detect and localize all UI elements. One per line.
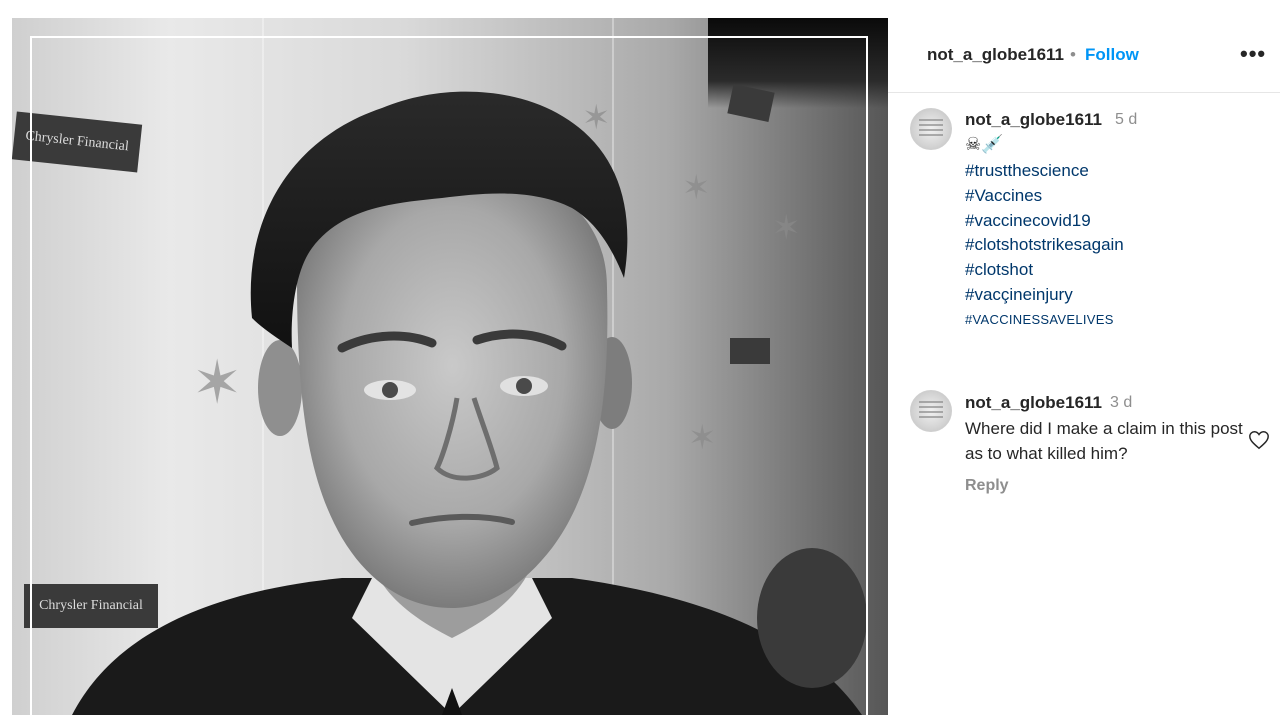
hashtag-link[interactable]: #clotshotstrikesagain xyxy=(965,233,1124,258)
more-options-icon[interactable]: ••• xyxy=(1240,41,1266,67)
comment-timestamp[interactable]: 3 d xyxy=(1110,394,1132,412)
hashtag-link[interactable]: #trustthescience xyxy=(965,159,1124,184)
like-heart-icon[interactable] xyxy=(1248,429,1270,451)
caption-timestamp[interactable]: 5 d xyxy=(1115,111,1137,129)
caption-emojis: ☠💉 xyxy=(965,134,1004,154)
comment-text: Where did I make a claim in this post as… xyxy=(965,419,1243,463)
caption-avatar[interactable] xyxy=(910,108,952,150)
caption-username[interactable]: not_a_globe1611 xyxy=(965,110,1102,130)
hashtag-link[interactable]: #Vaccines xyxy=(965,184,1124,209)
hashtag-link[interactable]: #clotshot xyxy=(965,258,1124,283)
post-side-panel: not_a_globe1611 • Follow ••• not_a_globe… xyxy=(888,18,1280,715)
header-separator: • xyxy=(1070,45,1076,64)
hashtag-link[interactable]: #VACCINESSAVELIVES xyxy=(965,308,1124,333)
caption-hashtags: #trustthescience #Vaccines #vaccinecovid… xyxy=(965,159,1124,333)
post-header: not_a_globe1611 • Follow ••• xyxy=(888,18,1280,93)
post-image[interactable]: Chrysler Financial Chrysler Financial ✶ … xyxy=(12,18,888,715)
comment-username[interactable]: not_a_globe1611 xyxy=(965,393,1102,413)
hashtag-link[interactable]: #vaccinecovid19 xyxy=(965,209,1124,234)
header-username[interactable]: not_a_globe1611 xyxy=(927,45,1064,65)
comment-avatar[interactable] xyxy=(910,390,952,432)
follow-button[interactable]: Follow xyxy=(1085,45,1139,65)
reply-button[interactable]: Reply xyxy=(965,477,1009,495)
image-white-frame xyxy=(30,36,868,715)
hashtag-link[interactable]: #vacçineinjury xyxy=(965,283,1124,308)
